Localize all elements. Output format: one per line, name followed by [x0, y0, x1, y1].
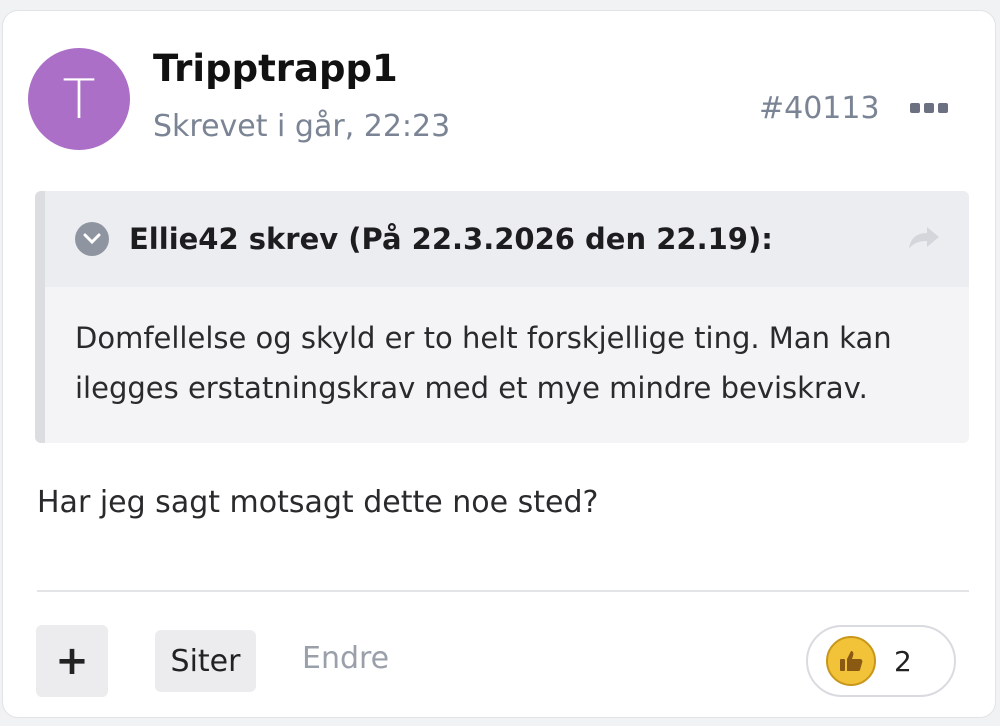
add-button[interactable]: +: [36, 625, 108, 697]
avatar[interactable]: T: [28, 48, 130, 150]
quote-line: Domfellelse og skyld er to helt forskjel…: [75, 321, 892, 355]
quote-author-header: Ellie42 skrev (På 22.3.2026 den 22.19):: [129, 222, 773, 256]
quote-button[interactable]: Siter: [155, 630, 256, 692]
quote-header[interactable]: Ellie42 skrev (På 22.3.2026 den 22.19):: [45, 191, 969, 287]
avatar-letter: T: [62, 67, 96, 131]
divider: [37, 590, 969, 592]
quote-block: Ellie42 skrev (På 22.3.2026 den 22.19): …: [35, 191, 969, 443]
reply-arrow-icon[interactable]: [907, 225, 941, 255]
more-icon[interactable]: [910, 103, 948, 113]
post-timestamp: Skrevet i går, 22:23: [153, 109, 451, 144]
author-name[interactable]: Tripptrapp1: [153, 47, 398, 90]
reaction-count: 2: [894, 644, 912, 678]
post-card: T Tripptrapp1 Skrevet i går, 22:23 #4011…: [2, 10, 996, 718]
quote-text: Domfellelse og skyld er to helt forskjel…: [45, 287, 969, 413]
post-body: Har jeg sagt motsagt dette noe sted?: [37, 485, 599, 520]
thumbs-up-icon: [826, 636, 876, 686]
quote-line: ilegges erstatningskrav med et mye mindr…: [75, 371, 868, 405]
edit-link[interactable]: Endre: [302, 641, 389, 676]
chevron-down-icon[interactable]: [75, 222, 109, 256]
reaction-button[interactable]: 2: [806, 625, 956, 697]
post-number[interactable]: #40113: [759, 91, 880, 126]
